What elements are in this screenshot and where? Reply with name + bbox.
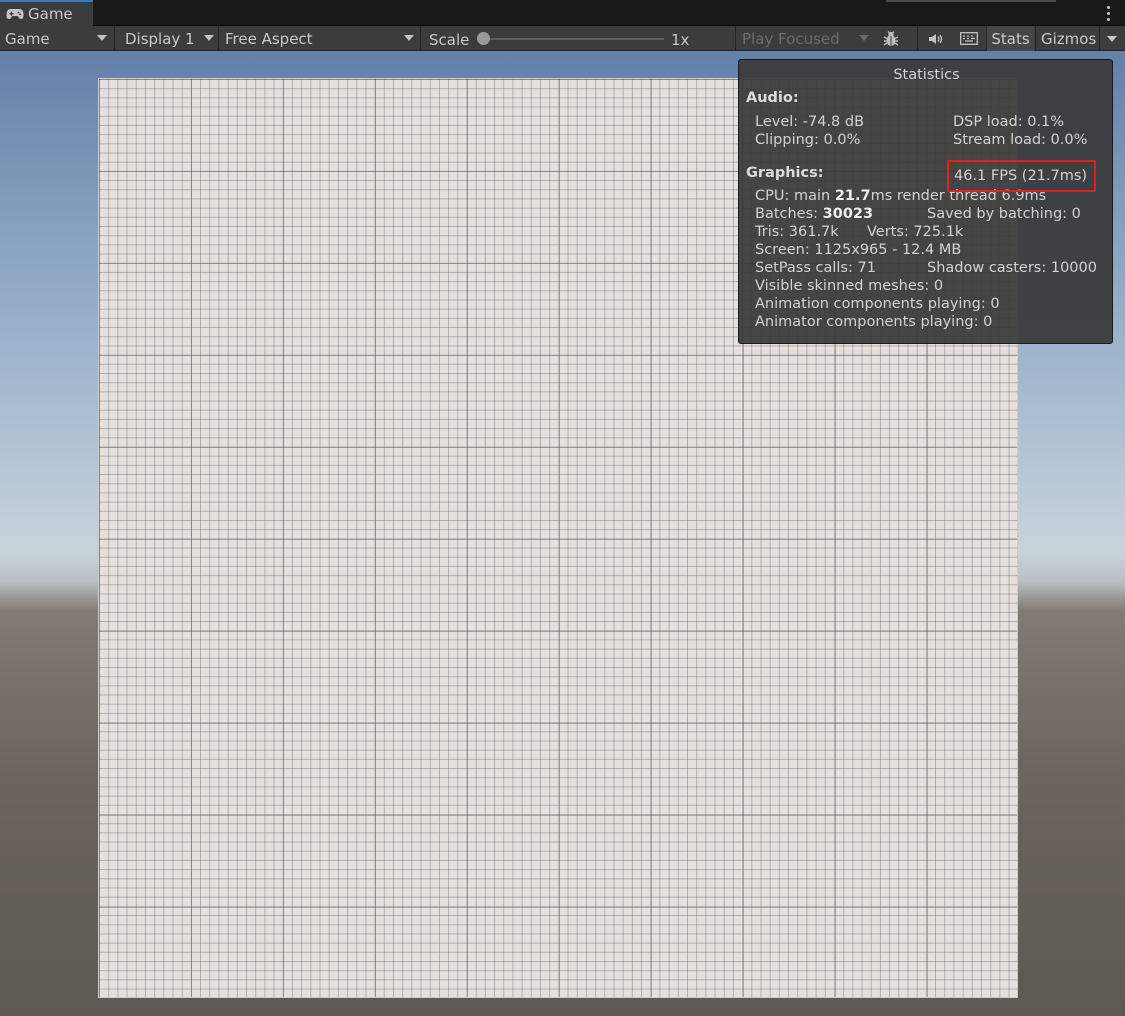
toolbar-divider <box>114 26 115 51</box>
batches-value: 30023 <box>822 206 874 222</box>
tab-strip-highlight <box>886 0 1056 2</box>
statistics-panel: Statistics Audio: Level: -74.8 dB Clippi… <box>738 59 1113 344</box>
graphics-header: Graphics: <box>746 165 824 181</box>
toolbar-divider <box>917 26 918 51</box>
view-mode-label: Game <box>5 29 50 48</box>
dsp-load: DSP load: 0.1% <box>953 114 1065 130</box>
display-dropdown[interactable]: Display 1 <box>125 26 217 51</box>
batches: Batches: 30023 <box>755 205 873 223</box>
toolbar-divider <box>1035 26 1036 51</box>
tab-game[interactable]: Game <box>0 0 93 26</box>
chevron-down-icon <box>97 35 107 41</box>
setpass-calls: SetPass calls: 71 <box>755 260 876 276</box>
animator-components: Animator components playing: 0 <box>755 314 993 330</box>
chevron-down-icon <box>404 35 414 41</box>
gamepad-icon <box>6 9 24 19</box>
toolbar-divider <box>735 26 736 51</box>
chevron-down-icon <box>1107 35 1117 42</box>
verts: Verts: 725.1k <box>867 224 964 240</box>
visible-skinned-meshes: Visible skinned meshes: 0 <box>755 278 944 294</box>
shadow-casters: Shadow casters: 10000 <box>927 260 1097 276</box>
audio-header: Audio: <box>746 90 799 106</box>
chevron-down-icon <box>204 35 214 41</box>
screen-info: Screen: 1125x965 - 12.4 MB <box>755 242 962 258</box>
animation-components: Animation components playing: 0 <box>755 296 1000 312</box>
bug-icon <box>883 30 899 46</box>
tris: Tris: 361.7k <box>755 224 839 240</box>
toolbar-divider <box>218 26 219 51</box>
keyboard-icon <box>960 32 978 45</box>
stats-title: Statistics <box>893 67 960 83</box>
saved-by-batching: Saved by batching: 0 <box>927 206 1081 222</box>
tab-strip: Game <box>0 0 1125 26</box>
more-options-icon[interactable] <box>1099 4 1117 22</box>
audio-level: Level: -74.8 dB <box>755 114 865 130</box>
toolbar-divider <box>1099 26 1100 51</box>
play-mode-label: Play Focused <box>742 29 840 48</box>
cpu-main-time: 21.7 <box>834 188 871 204</box>
play-mode-dropdown[interactable]: Play Focused <box>742 26 872 51</box>
display-label: Display 1 <box>125 29 195 48</box>
speaker-icon <box>929 33 943 44</box>
mute-audio-button[interactable] <box>923 26 949 51</box>
chevron-down-icon <box>859 35 869 41</box>
shortcuts-button[interactable] <box>955 26 983 51</box>
stream-load: Stream load: 0.0% <box>953 132 1088 148</box>
audio-clipping: Clipping: 0.0% <box>755 132 861 148</box>
scale-slider-thumb[interactable] <box>477 32 490 45</box>
aspect-label: Free Aspect <box>225 29 313 48</box>
fps-highlight-box <box>947 160 1096 192</box>
batches-prefix: Batches: <box>755 206 823 222</box>
scale-label: Scale <box>429 30 470 49</box>
scale-value: 1x <box>671 30 690 49</box>
aspect-dropdown[interactable]: Free Aspect <box>225 26 417 51</box>
gizmos-toggle[interactable]: Gizmos <box>1041 26 1096 51</box>
tab-title: Game <box>28 5 73 23</box>
debug-button[interactable] <box>879 26 903 51</box>
stats-toggle[interactable]: Stats <box>987 26 1034 51</box>
view-mode-dropdown[interactable]: Game <box>5 26 113 51</box>
scale-slider-track[interactable] <box>484 38 664 40</box>
gizmos-dropdown-button[interactable] <box>1102 26 1122 51</box>
cpu-prefix: CPU: main <box>755 188 835 204</box>
toolbar-divider <box>420 26 421 51</box>
